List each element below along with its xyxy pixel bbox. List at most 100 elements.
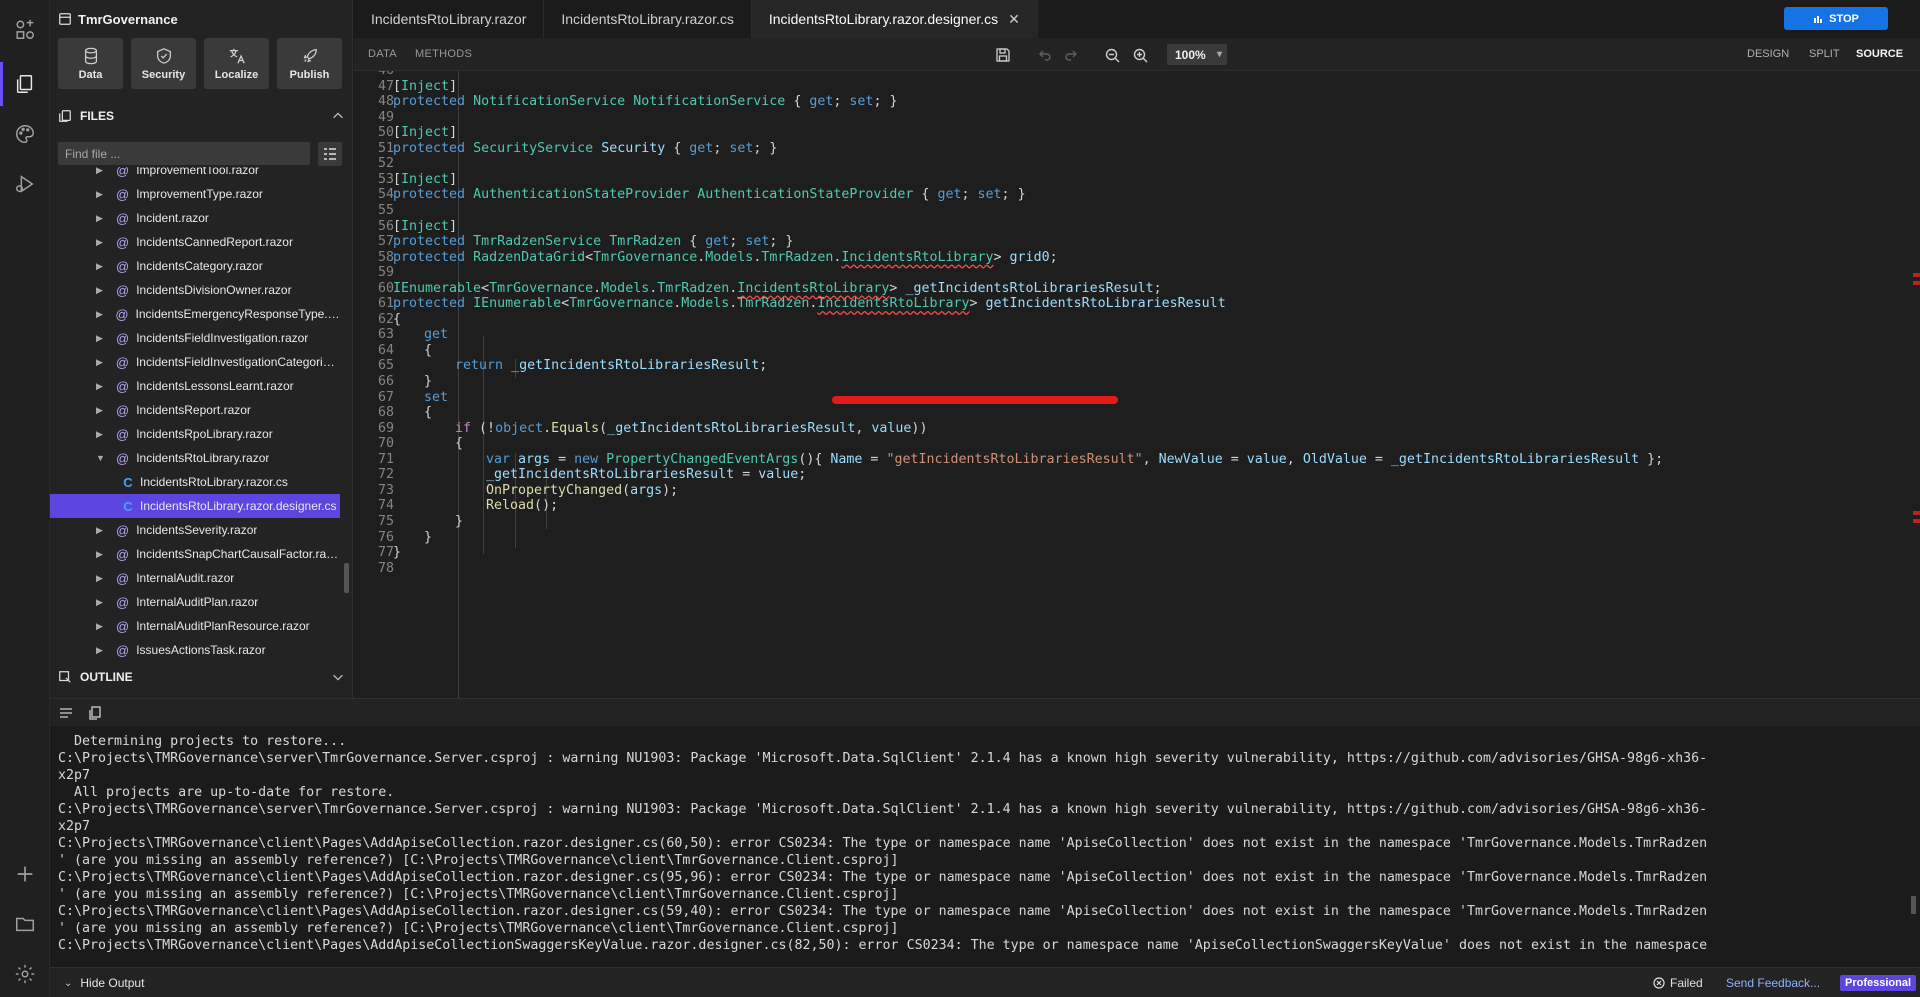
collapsed-arrow-icon[interactable]: ▶ bbox=[96, 309, 105, 320]
chevron-down-icon[interactable] bbox=[331, 670, 345, 684]
data-button[interactable]: Data bbox=[58, 38, 123, 89]
file-tree-item-label: IncidentsEmergencyResponseType.razor bbox=[135, 307, 340, 321]
file-tree-item-label: IncidentsSnapChartCausalFactor.razor bbox=[136, 547, 340, 561]
expanded-arrow-icon[interactable]: ▼ bbox=[96, 453, 106, 463]
file-tree-item[interactable]: ▶ @ Incident.razor bbox=[50, 206, 340, 230]
file-tree-item[interactable]: ▶ @ IncidentsFieldInvestigationCategories.… bbox=[50, 350, 340, 374]
split-mode-button[interactable]: SPLIT bbox=[1809, 48, 1840, 60]
collapsed-arrow-icon[interactable]: ▶ bbox=[96, 405, 106, 416]
file-tree-item[interactable]: ▶ @ InternalAudit.razor bbox=[50, 566, 340, 590]
stop-bars-icon bbox=[1814, 15, 1823, 23]
tree-view-toggle-button[interactable] bbox=[318, 142, 342, 166]
tab-razor-cs[interactable]: IncidentsRtoLibrary.razor.cs bbox=[544, 0, 752, 38]
hide-output-button[interactable]: ⌄ Hide Output bbox=[64, 976, 144, 990]
run-debug-icon[interactable] bbox=[13, 172, 37, 196]
file-tree-item[interactable]: ▶ @ IncidentsDivisionOwner.razor bbox=[50, 278, 340, 302]
overview-error-marker bbox=[1913, 511, 1920, 515]
collapsed-arrow-icon[interactable]: ▶ bbox=[96, 357, 106, 368]
file-tree-item[interactable]: C IncidentsRtoLibrary.razor.designer.cs bbox=[50, 494, 340, 518]
output-scrollbar[interactable] bbox=[1911, 896, 1916, 914]
collapsed-arrow-icon[interactable]: ▶ bbox=[96, 549, 106, 560]
code-line[interactable]: 78 bbox=[354, 559, 1920, 578]
zoom-select[interactable]: 100% ▾ bbox=[1167, 44, 1227, 65]
file-tree-item[interactable]: ▼ @ IncidentsRtoLibrary.razor bbox=[50, 446, 340, 470]
add-icon[interactable] bbox=[13, 862, 37, 886]
code-editor[interactable]: 4647[Inject]48protected NotificationServ… bbox=[354, 71, 1920, 698]
file-tree-item[interactable]: ▶ @ IncidentsFieldInvestigation.razor bbox=[50, 326, 340, 350]
file-tree-item[interactable]: C IncidentsRtoLibrary.razor.cs bbox=[50, 470, 340, 494]
chevron-up-icon[interactable] bbox=[331, 109, 345, 123]
collapsed-arrow-icon[interactable]: ▶ bbox=[96, 621, 106, 632]
localize-button[interactable]: Localize bbox=[204, 38, 269, 89]
publish-button[interactable]: Publish bbox=[277, 38, 342, 89]
build-status: Failed bbox=[1653, 976, 1703, 990]
save-icon[interactable] bbox=[994, 46, 1012, 64]
file-tree-item[interactable]: ▶ @ IncidentsCategory.razor bbox=[50, 254, 340, 278]
components-icon[interactable] bbox=[13, 18, 37, 42]
editor-toolbar: DATA METHODS 100% ▾ DESIGN SPLIT SOURCE bbox=[354, 38, 1920, 71]
collapsed-arrow-icon[interactable]: ▶ bbox=[96, 261, 106, 272]
collapsed-arrow-icon[interactable]: ▶ bbox=[96, 381, 106, 392]
collapsed-arrow-icon[interactable]: ▶ bbox=[96, 429, 106, 440]
find-file-input[interactable] bbox=[58, 142, 310, 165]
output-line: C:\Projects\TMRGovernance\client\Pages\A… bbox=[58, 904, 1708, 919]
activity-bar bbox=[0, 0, 50, 997]
project-title[interactable]: TmrGovernance bbox=[58, 10, 178, 28]
file-tree-item[interactable]: ▶ @ IncidentsSnapChartCausalFactor.razor bbox=[50, 542, 340, 566]
undo-icon[interactable] bbox=[1036, 46, 1054, 64]
stop-button[interactable]: STOP bbox=[1784, 7, 1888, 30]
output-line: C:\Projects\TMRGovernance\server\TmrGove… bbox=[58, 802, 1708, 817]
shield-icon bbox=[156, 47, 171, 64]
file-tree-item[interactable]: ▶ @ ImprovementType.razor bbox=[50, 182, 340, 206]
folder-icon[interactable] bbox=[13, 912, 37, 936]
collapsed-arrow-icon[interactable]: ▶ bbox=[96, 597, 106, 608]
outline-section-header[interactable]: OUTLINE bbox=[58, 665, 345, 689]
file-tree-item[interactable]: ▶ @ InternalAuditPlan.razor bbox=[50, 590, 340, 614]
file-tree-item[interactable]: ▶ @ IncidentsEmergencyResponseType.razor bbox=[50, 302, 340, 326]
collapsed-arrow-icon[interactable]: ▶ bbox=[96, 189, 106, 200]
collapsed-arrow-icon[interactable]: ▶ bbox=[96, 645, 106, 656]
file-tree-item-label: IncidentsRtoLibrary.razor.cs bbox=[140, 475, 288, 489]
security-button[interactable]: Security bbox=[131, 38, 196, 89]
output-console[interactable]: Determining projects to restore... C:\Pro… bbox=[50, 726, 1920, 967]
status-bar: ⌄ Hide Output Failed Send Feedback... Pr… bbox=[50, 967, 1920, 997]
file-tree-item[interactable]: ▶ @ ImprovementTool.razor bbox=[50, 167, 340, 182]
source-mode-button[interactable]: SOURCE bbox=[1856, 48, 1903, 60]
file-tree-item[interactable]: ▶ @ IncidentsReport.razor bbox=[50, 398, 340, 422]
collapsed-arrow-icon[interactable]: ▶ bbox=[96, 333, 106, 344]
file-tree-item[interactable]: ▶ @ IncidentsRpoLibrary.razor bbox=[50, 422, 340, 446]
data-tab[interactable]: DATA bbox=[368, 48, 397, 60]
files-section-header[interactable]: FILES bbox=[58, 104, 345, 128]
files-section-icon bbox=[58, 109, 72, 123]
methods-tab[interactable]: METHODS bbox=[415, 48, 472, 60]
design-mode-button[interactable]: DESIGN bbox=[1747, 48, 1789, 60]
zoom-in-icon[interactable] bbox=[1131, 46, 1149, 64]
close-icon[interactable]: ✕ bbox=[1008, 11, 1020, 28]
settings-gear-icon[interactable] bbox=[13, 962, 37, 986]
collapsed-arrow-icon[interactable]: ▶ bbox=[96, 525, 106, 536]
file-tree-item[interactable]: ▶ @ IncidentsSeverity.razor bbox=[50, 518, 340, 542]
collapsed-arrow-icon[interactable]: ▶ bbox=[96, 167, 106, 176]
file-tree-item-label: IssuesActionsTask.razor bbox=[136, 643, 266, 657]
tab-designer-cs[interactable]: IncidentsRtoLibrary.razor.designer.cs ✕ bbox=[751, 0, 1038, 38]
copy-icon[interactable] bbox=[88, 706, 102, 720]
file-tree-item[interactable]: ▶ @ IssuesActionsTask.razor bbox=[50, 638, 340, 662]
word-wrap-icon[interactable] bbox=[59, 706, 73, 720]
file-tree-item[interactable]: ▶ @ IncidentsLessonsLearnt.razor bbox=[50, 374, 340, 398]
file-tree: ▶ @ ImprovementTool.razor ▶ @ ImprovementType… bbox=[50, 167, 353, 664]
zoom-out-icon[interactable] bbox=[1103, 46, 1121, 64]
tab-razor[interactable]: IncidentsRtoLibrary.razor bbox=[354, 0, 545, 38]
file-tree-item[interactable]: ▶ @ IncidentsCannedReport.razor bbox=[50, 230, 340, 254]
file-tree-scrollbar[interactable] bbox=[344, 563, 349, 593]
redo-icon[interactable] bbox=[1062, 46, 1080, 64]
collapsed-arrow-icon[interactable]: ▶ bbox=[96, 237, 106, 248]
palette-icon[interactable] bbox=[13, 122, 37, 146]
files-icon[interactable] bbox=[13, 72, 37, 96]
collapsed-arrow-icon[interactable]: ▶ bbox=[96, 213, 106, 224]
collapsed-arrow-icon[interactable]: ▶ bbox=[96, 285, 106, 296]
send-feedback-link[interactable]: Send Feedback... bbox=[1726, 976, 1820, 990]
line-number: 78 bbox=[377, 560, 394, 576]
collapsed-arrow-icon[interactable]: ▶ bbox=[96, 573, 106, 584]
output-line: All projects are up-to-date for restore. bbox=[58, 785, 395, 800]
file-tree-item[interactable]: ▶ @ InternalAuditPlanResource.razor bbox=[50, 614, 340, 638]
